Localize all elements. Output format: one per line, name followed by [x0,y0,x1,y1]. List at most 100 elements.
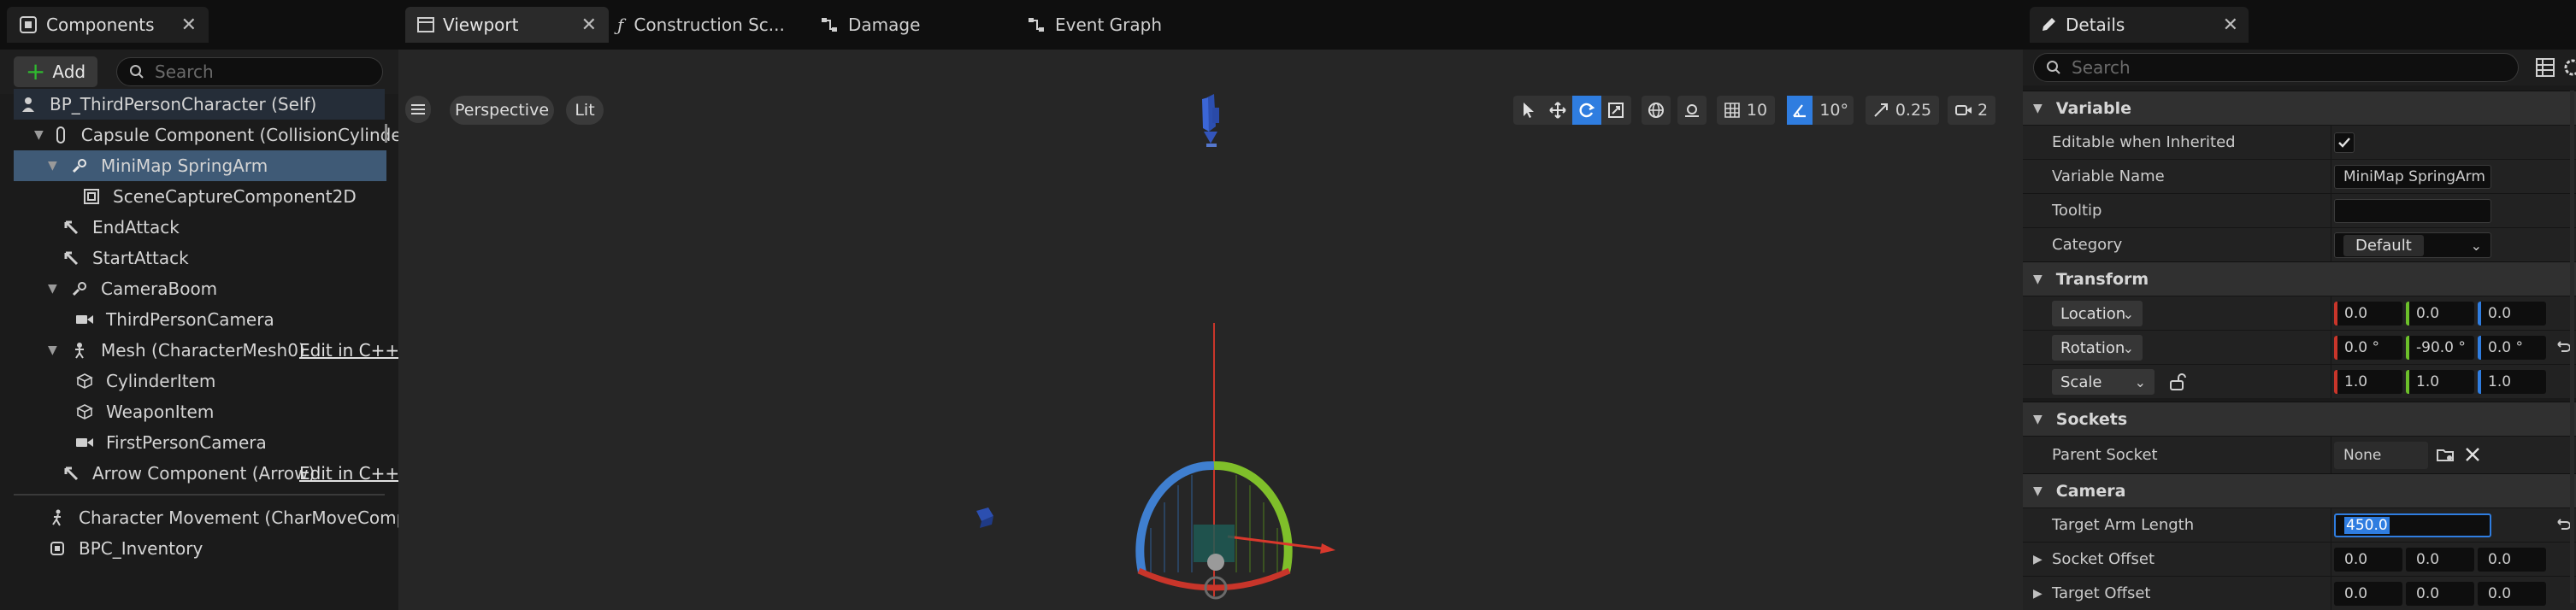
components-search-input[interactable]: Search [116,57,383,86]
clear-icon[interactable] [2464,446,2481,463]
rotation-y-input[interactable]: -90.0 ° [2406,336,2474,360]
tree-item-endattack[interactable]: EndAttack [62,212,180,243]
tree-item-cylinderitem[interactable]: CylinderItem [75,366,215,396]
chevron-down-icon[interactable]: ▼ [48,343,62,357]
chevron-down-icon[interactable]: ▼ [48,159,62,173]
category-camera[interactable]: ▼ Camera [2023,473,2576,507]
prop-label: Parent Socket [2052,446,2158,464]
surface-snap-button[interactable] [1677,96,1707,125]
scene-capture-gizmo[interactable] [1202,94,1219,147]
edit-in-cpp-link[interactable]: Edit in C++ [299,463,399,484]
tree-item-charactermovement[interactable]: Character Movement (CharMoveComp) [48,502,414,533]
tree-item-minimap-springarm[interactable]: ▼ MiniMap SpringArm [14,150,386,181]
add-component-button[interactable]: + Add [14,56,97,87]
location-x-input[interactable]: 0.0 [2334,302,2402,326]
rotation-snap-button[interactable]: 10° [1787,96,1854,125]
reset-icon[interactable] [2555,339,2570,355]
socket-offset-y-input[interactable]: 0.0 [2406,548,2474,572]
tooltip-input[interactable] [2334,199,2491,223]
reset-icon[interactable] [2555,517,2570,532]
socket-offset-z-input[interactable]: 0.0 [2478,548,2546,572]
chevron-right-icon[interactable]: ▶ [2033,553,2043,566]
tree-item-self[interactable]: BP_ThirdPersonCharacter (Self) [14,89,385,120]
arrow-component-icon [62,249,80,267]
close-icon[interactable]: ✕ [181,15,197,36]
chevron-right-icon[interactable]: ▶ [2033,587,2043,601]
grid-snap-button[interactable]: 10 [1717,96,1775,125]
vector-value: 0.0 [2488,585,2512,602]
target-offset-x-input[interactable]: 0.0 [2334,582,2402,606]
angle-icon [1787,96,1813,125]
tab-damage[interactable]: Damage [821,7,920,43]
plus-icon: + [25,57,46,85]
edit-in-cpp-link[interactable]: Edit in C++ [299,340,399,361]
vector-value: 0.0 [2344,551,2368,568]
details-scrollbar[interactable] [2570,91,2574,603]
scale-x-input[interactable]: 1.0 [2334,370,2402,394]
tab-viewport[interactable]: Viewport ✕ [405,7,609,43]
rotation-gizmo[interactable] [1135,460,1335,600]
rotation-z-input[interactable]: 0.0 ° [2478,336,2546,360]
scale-dropdown[interactable]: Scale ⌄ [2052,369,2155,395]
target-offset-y-input[interactable]: 0.0 [2406,582,2474,606]
components-tab[interactable]: Components ✕ [7,7,209,43]
world-local-button[interactable] [1642,96,1671,125]
viewport-menu-button[interactable] [405,96,431,123]
tree-item-arrow[interactable]: Arrow Component (Arrow) Edit in C++ [62,458,399,489]
tree-item-thirdpersoncamera[interactable]: ThirdPersonCamera [75,304,274,335]
details-tabbar: Details ✕ [2023,0,2576,50]
tree-item-weaponitem[interactable]: WeaponItem [75,396,214,427]
tree-item-mesh[interactable]: ▼ Mesh (CharacterMesh0) Edit in C++ [48,335,399,366]
chevron-down-icon: ⌄ [2134,373,2146,390]
viewport-canvas[interactable]: Perspective Lit 10 10° 0.25 2 [398,50,2023,610]
tree-item-startattack[interactable]: StartAttack [62,243,189,273]
camera-speed-button[interactable]: 2 [1948,96,1995,125]
category-sockets[interactable]: ▼ Sockets [2023,402,2576,436]
scale-z-input[interactable]: 1.0 [2478,370,2546,394]
browse-socket-icon[interactable] [2437,447,2455,464]
vector-value: 1.0 [2488,373,2512,390]
location-dropdown[interactable]: Location ⌄ [2052,301,2143,326]
tree-item-firstpersoncamera[interactable]: FirstPersonCamera [75,427,267,458]
tree-item-capsule[interactable]: ▼ Capsule Component (CollisionCylinder) [34,120,416,150]
scale-snap-button[interactable]: 0.25 [1866,96,1939,125]
target-arm-length-input[interactable]: 450.0 [2334,513,2491,537]
select-icon[interactable] [1514,102,1543,119]
target-offset-z-input[interactable]: 0.0 [2478,582,2546,606]
lock-icon[interactable] [2168,372,2187,391]
tree-scrollbar[interactable] [385,124,387,143]
location-z-input[interactable]: 0.0 [2478,302,2546,326]
close-icon[interactable]: ✕ [581,15,597,36]
details-tab[interactable]: Details ✕ [2030,7,2249,43]
rotation-x-input[interactable]: 0.0 ° [2334,336,2402,360]
category-variable[interactable]: ▼ Variable [2023,91,2576,125]
tree-item-scenecapture[interactable]: SceneCaptureComponent2D [82,181,357,212]
category-dropdown[interactable]: Default ⌄ [2334,232,2491,258]
chevron-down-icon[interactable]: ▼ [34,128,44,142]
translate-icon[interactable] [1543,102,1572,119]
details-search-input[interactable]: Search [2033,53,2519,82]
tree-item-label: StartAttack [92,248,189,268]
gear-icon[interactable] [2563,58,2576,77]
socket-offset-x-input[interactable]: 0.0 [2334,548,2402,572]
variable-name-input[interactable]: MiniMap SpringArm [2334,165,2491,189]
rotate-icon[interactable] [1572,96,1601,125]
property-matrix-icon[interactable] [2536,58,2555,77]
close-icon[interactable]: ✕ [2223,15,2238,36]
viewport-icon [417,17,434,32]
tab-construction-script[interactable]: ƒ Construction Sc... [617,7,785,43]
rotation-dropdown[interactable]: Rotation ⌄ [2052,335,2143,361]
weapon-item-mesh[interactable] [976,507,993,528]
category-transform[interactable]: ▼ Transform [2023,261,2576,296]
location-y-input[interactable]: 0.0 [2406,302,2474,326]
lit-button[interactable]: Lit [566,96,604,125]
scale-y-input[interactable]: 1.0 [2406,370,2474,394]
scale-icon[interactable] [1601,103,1630,118]
tree-item-cameraboom[interactable]: ▼ CameraBoom [48,273,217,304]
tree-item-bpc-inventory[interactable]: BPC_Inventory [48,533,203,564]
perspective-button[interactable]: Perspective [450,96,554,125]
parent-socket-field[interactable]: None [2334,442,2428,469]
tab-event-graph[interactable]: Event Graph [1028,7,1162,43]
editable-checkbox[interactable] [2334,132,2355,153]
chevron-down-icon[interactable]: ▼ [48,282,62,296]
